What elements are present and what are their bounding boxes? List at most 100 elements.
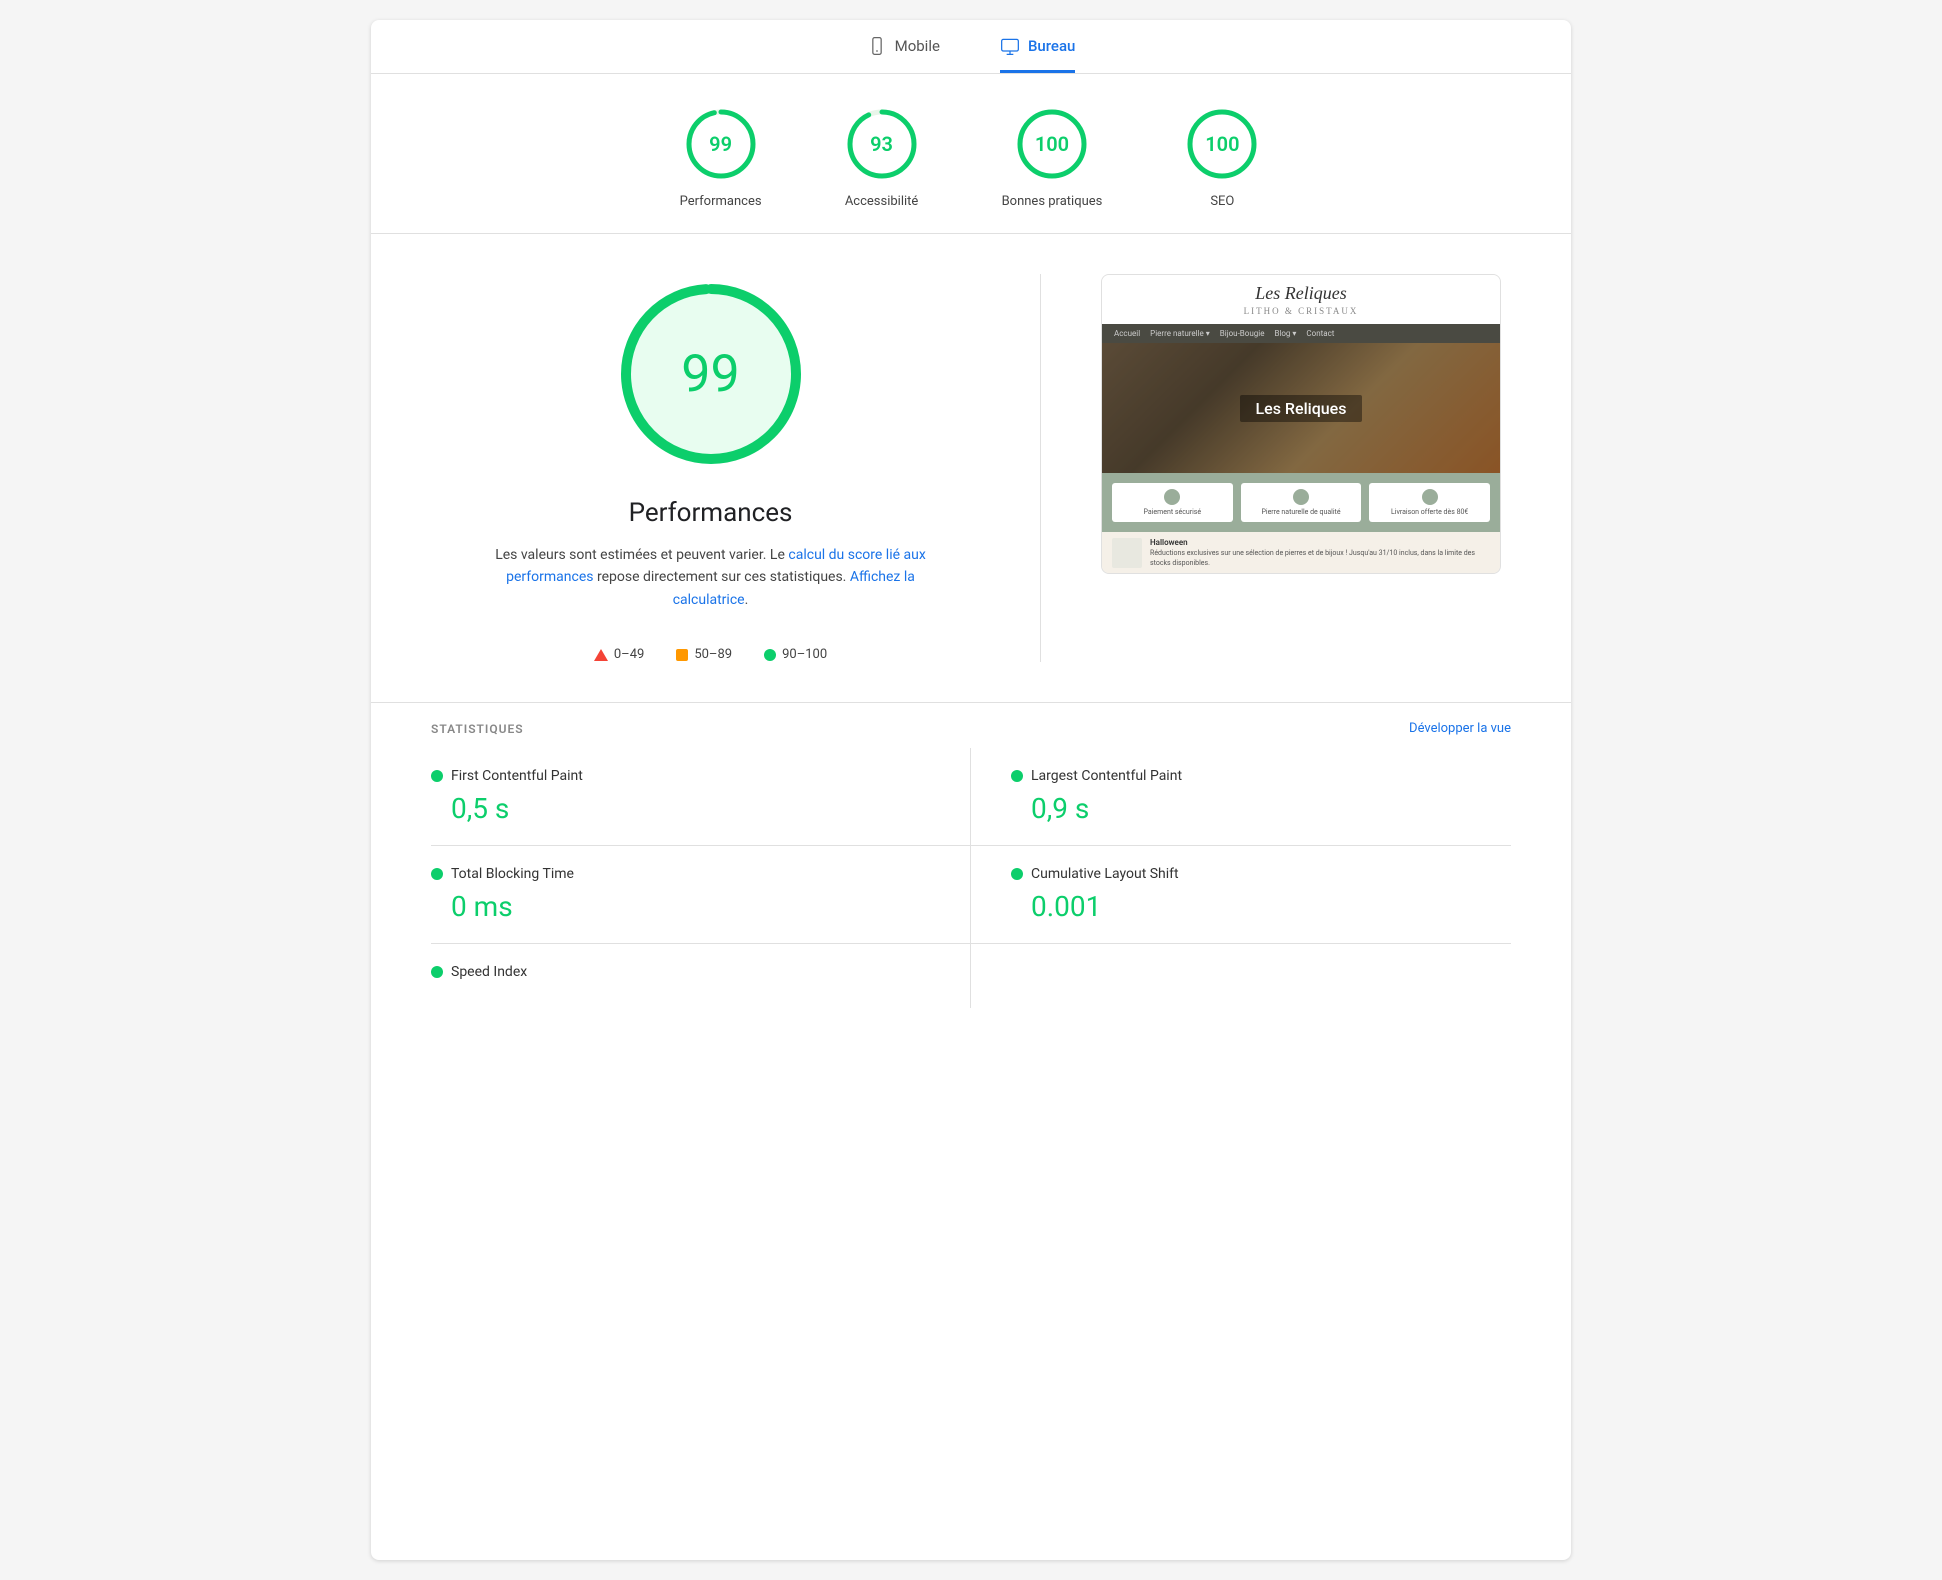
preview-card-2: Pierre naturelle de qualité (1241, 483, 1362, 522)
score-accessibilite: 93 Accessibilité (842, 104, 922, 209)
preview-nav-bijou: Bijou-Bougie (1220, 329, 1265, 338)
legend-range-high: 90–100 (782, 647, 827, 662)
stats-section-title: STATISTIQUES (431, 722, 524, 736)
perf-desc-part2: repose directement sur ces statistiques. (597, 569, 846, 585)
score-label-seo: SEO (1210, 194, 1234, 209)
preview-hero: Les Reliques (1102, 343, 1500, 473)
stat-fcp-value: 0,5 s (451, 792, 930, 825)
preview-halloween-image (1112, 538, 1142, 568)
stat-cls-name: Cumulative Layout Shift (1031, 866, 1179, 882)
stat-tbt: Total Blocking Time 0 ms (431, 846, 971, 944)
preview-cards: Paiement sécurisé Pierre naturelle de qu… (1102, 473, 1500, 532)
preview-site-title: Les Reliques (1114, 283, 1488, 304)
stat-cls: Cumulative Layout Shift 0.001 (971, 846, 1511, 944)
stat-fcp: First Contentful Paint 0,5 s (431, 748, 971, 846)
legend-item-high: 90–100 (764, 647, 827, 662)
stat-cls-dot (1011, 868, 1023, 880)
score-bar: 99 Performances 93 Accessibilité 100 (371, 74, 1571, 234)
preview-nav-accueil: Accueil (1114, 329, 1140, 338)
preview-card-3: Livraison offerte dès 80€ (1369, 483, 1490, 522)
left-panel: 99 Performances Les valeurs sont estimée… (431, 274, 990, 662)
preview-card-icon-1 (1164, 489, 1180, 505)
score-value-accessibilite: 93 (870, 132, 893, 156)
preview-card-label-3: Livraison offerte dès 80€ (1391, 508, 1468, 516)
stat-lcp: Largest Contentful Paint 0,9 s (971, 748, 1511, 846)
stat-tbt-header: Total Blocking Time (431, 866, 930, 882)
main-container: Mobile Bureau 99 Performances (371, 20, 1571, 1560)
stat-fcp-dot (431, 770, 443, 782)
score-circle-bonnes-pratiques: 100 (1012, 104, 1092, 184)
stat-fcp-name: First Contentful Paint (451, 768, 583, 784)
preview-overlay: Les Reliques (1102, 343, 1500, 473)
score-value-bonnes-pratiques: 100 (1035, 132, 1069, 156)
preview-nav-pierre: Pierre naturelle ▾ (1150, 329, 1210, 338)
stat-tbt-dot (431, 868, 443, 880)
stats-section: STATISTIQUES Développer la vue First Con… (371, 702, 1571, 1008)
legend: 0–49 50–89 90–100 (594, 647, 827, 662)
score-label-accessibilite: Accessibilité (845, 194, 919, 209)
tab-bureau[interactable]: Bureau (1000, 36, 1075, 73)
preview-nav-contact: Contact (1306, 329, 1334, 338)
perf-desc-part1: Les valeurs sont estimées et peuvent var… (495, 547, 785, 563)
score-circle-performances: 99 (681, 104, 761, 184)
big-score-value: 99 (681, 344, 739, 405)
stat-tbt-value: 0 ms (451, 890, 930, 923)
main-content: 99 Performances Les valeurs sont estimée… (371, 234, 1571, 702)
stat-lcp-value: 0,9 s (1031, 792, 1511, 825)
preview-nav: Accueil Pierre naturelle ▾ Bijou-Bougie … (1102, 324, 1500, 343)
score-label-bonnes-pratiques: Bonnes pratiques (1002, 194, 1103, 209)
stat-si-header: Speed Index (431, 964, 930, 980)
preview-card-label-1: Paiement sécurisé (1144, 508, 1202, 516)
preview-header: Les Reliques LITHO & CRISTAUX (1102, 275, 1500, 324)
legend-range-mid: 50–89 (694, 647, 732, 662)
preview-halloween-title: Halloween (1150, 538, 1490, 547)
score-value-performances: 99 (709, 132, 732, 156)
preview-card-icon-2 (1293, 489, 1309, 505)
stat-lcp-header: Largest Contentful Paint (1011, 768, 1511, 784)
stat-si: Speed Index (431, 944, 971, 1008)
stat-si-dot (431, 966, 443, 978)
preview-hero-text: Les Reliques (1240, 395, 1363, 422)
preview-card-icon-3 (1422, 489, 1438, 505)
perf-description: Les valeurs sont estimées et peuvent var… (481, 544, 941, 611)
stat-cls-header: Cumulative Layout Shift (1011, 866, 1511, 882)
preview-nav-blog: Blog ▾ (1274, 329, 1296, 338)
legend-range-low: 0–49 (614, 647, 644, 662)
preview-site-subtitle: LITHO & CRISTAUX (1114, 306, 1488, 316)
big-score-circle: 99 (611, 274, 811, 474)
stat-lcp-dot (1011, 770, 1023, 782)
mobile-icon (867, 36, 887, 56)
preview-card-1: Paiement sécurisé (1112, 483, 1233, 522)
legend-square-icon (676, 649, 688, 661)
score-bonnes-pratiques: 100 Bonnes pratiques (1002, 104, 1103, 209)
preview-halloween-text: Réductions exclusives sur une sélection … (1150, 549, 1490, 569)
perf-title: Performances (629, 498, 793, 528)
stats-grid: First Contentful Paint 0,5 s Largest Con… (431, 748, 1511, 1008)
preview-halloween-content: Halloween Réductions exclusives sur une … (1150, 538, 1490, 569)
tab-bureau-label: Bureau (1028, 37, 1075, 55)
score-circle-seo: 100 (1182, 104, 1262, 184)
score-performances: 99 Performances (680, 104, 762, 209)
score-value-seo: 100 (1205, 132, 1239, 156)
score-label-performances: Performances (680, 194, 762, 209)
stat-fcp-header: First Contentful Paint (431, 768, 930, 784)
score-circle-accessibilite: 93 (842, 104, 922, 184)
legend-item-low: 0–49 (594, 647, 644, 662)
stats-expand-button[interactable]: Développer la vue (1409, 721, 1511, 736)
preview-card-label-2: Pierre naturelle de qualité (1261, 508, 1340, 516)
stat-si-name: Speed Index (451, 964, 527, 980)
tab-mobile-label: Mobile (895, 37, 940, 55)
website-preview: Les Reliques LITHO & CRISTAUX Accueil Pi… (1101, 274, 1501, 574)
score-seo: 100 SEO (1182, 104, 1262, 209)
tab-mobile[interactable]: Mobile (867, 36, 940, 73)
stat-lcp-name: Largest Contentful Paint (1031, 768, 1182, 784)
stat-tbt-name: Total Blocking Time (451, 866, 574, 882)
vertical-divider (1040, 274, 1041, 662)
right-panel: Les Reliques LITHO & CRISTAUX Accueil Pi… (1091, 274, 1511, 662)
stats-header: STATISTIQUES Développer la vue (431, 703, 1511, 748)
stat-cls-value: 0.001 (1031, 890, 1511, 923)
legend-dot-icon (764, 649, 776, 661)
desktop-icon (1000, 36, 1020, 56)
legend-triangle-icon (594, 649, 608, 661)
preview-halloween: Halloween Réductions exclusives sur une … (1102, 532, 1500, 574)
